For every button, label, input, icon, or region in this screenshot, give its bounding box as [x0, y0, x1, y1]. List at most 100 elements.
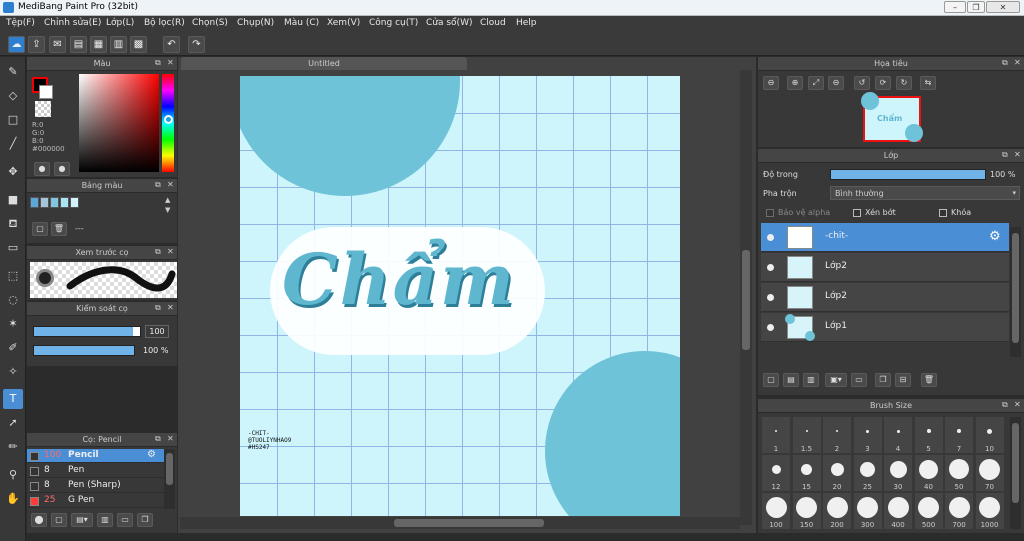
- brush-size-option[interactable]: 150: [792, 493, 821, 529]
- brush-size-option[interactable]: 1.5: [792, 417, 821, 453]
- brush-item[interactable]: 100 Pencil ⚙: [27, 449, 164, 463]
- fill-rect-tool-icon[interactable]: ■: [3, 190, 23, 210]
- eyedropper-tool-icon[interactable]: ⚲: [3, 465, 23, 485]
- brush-size-option[interactable]: 400: [884, 493, 912, 529]
- horizontal-scrollbar[interactable]: [180, 517, 740, 529]
- brush-list-scrollbar[interactable]: [164, 449, 175, 509]
- brush-size-option[interactable]: 70: [975, 455, 1004, 491]
- flip-icon[interactable]: ⇆: [920, 76, 936, 90]
- hand-tool-icon[interactable]: ✋: [3, 489, 23, 509]
- new-brush-icon[interactable]: ▢: [51, 513, 67, 527]
- share-icon[interactable]: ⇪: [28, 36, 45, 53]
- zoom-out-icon[interactable]: ⊖: [763, 76, 779, 90]
- blur-tool-icon[interactable]: ✏: [3, 437, 23, 457]
- brush-size-option[interactable]: 1: [762, 417, 790, 453]
- undock-icon[interactable]: ⧉: [155, 58, 161, 68]
- brush-folder-icon[interactable]: ▭: [117, 513, 133, 527]
- brush-size-option[interactable]: 7: [945, 417, 973, 453]
- brush-tool-icon[interactable]: ✎: [3, 62, 23, 82]
- hue-handle[interactable]: [164, 115, 173, 124]
- eye-icon[interactable]: [767, 234, 774, 241]
- brush-size-option[interactable]: 3: [853, 417, 882, 453]
- brush-size-option[interactable]: 15: [792, 455, 821, 491]
- brush-size-option[interactable]: 30: [884, 455, 912, 491]
- clipping-checkbox[interactable]: [853, 209, 861, 217]
- brush-size-option[interactable]: 20: [823, 455, 851, 491]
- layer-row[interactable]: -chit- ⚙: [761, 223, 1009, 252]
- color-mode-button[interactable]: ●: [34, 162, 50, 176]
- blend-mode-select[interactable]: Bình thường ▾: [830, 186, 1020, 200]
- close-panel-icon[interactable]: ✕: [1014, 150, 1021, 159]
- new-1bit-layer-icon[interactable]: ▥: [803, 373, 819, 387]
- brush-item[interactable]: 25 G Pen: [27, 494, 164, 508]
- brush-item[interactable]: 8 Pen: [27, 464, 164, 478]
- menu-layer[interactable]: Lớp(L): [106, 18, 134, 28]
- brush-size-option[interactable]: 10: [975, 417, 1004, 453]
- menu-file[interactable]: Tệp(F): [6, 18, 35, 28]
- document-tab[interactable]: Untitled: [181, 57, 467, 70]
- vertical-scroll-thumb[interactable]: [742, 250, 750, 350]
- layer-folder-icon[interactable]: ▭: [851, 373, 867, 387]
- saturation-value-picker[interactable]: [79, 74, 159, 172]
- close-panel-icon[interactable]: ✕: [167, 303, 174, 312]
- menu-tools[interactable]: Công cụ(T): [369, 18, 418, 28]
- page-icon[interactable]: ▦: [90, 36, 107, 53]
- brush-size-option[interactable]: 500: [914, 493, 943, 529]
- menu-capture[interactable]: Chụp(N): [237, 18, 274, 28]
- layer-row[interactable]: Lớp2: [761, 253, 1009, 282]
- palette-swatch[interactable]: [40, 197, 49, 208]
- brush-item[interactable]: 8 Pen (Sharp): [27, 479, 164, 493]
- menu-view[interactable]: Xem(V): [327, 18, 360, 28]
- brush-size-option[interactable]: 50: [945, 455, 973, 491]
- brush-settings-icon[interactable]: ▥: [97, 513, 113, 527]
- brush-size-option[interactable]: 25: [853, 455, 882, 491]
- undo-icon[interactable]: ↶: [163, 36, 180, 53]
- brush-size-option[interactable]: 4: [884, 417, 912, 453]
- palette-swatch[interactable]: [30, 197, 39, 208]
- add-brush-icon[interactable]: ⬤: [31, 513, 47, 527]
- close-panel-icon[interactable]: ✕: [1014, 400, 1021, 409]
- gear-icon[interactable]: ⚙: [989, 229, 1001, 244]
- undock-icon[interactable]: ⧉: [155, 180, 161, 190]
- select-rect-tool-icon[interactable]: ⬚: [3, 266, 23, 286]
- undock-icon[interactable]: ⧉: [155, 303, 161, 313]
- redo-icon[interactable]: ↷: [188, 36, 205, 53]
- line-tool-icon[interactable]: ╱: [3, 134, 23, 154]
- comment-icon[interactable]: ✉: [49, 36, 66, 53]
- canvas-area[interactable]: Untitled Chẩm -CHIT- @TUOLIYNHAO9 #HS247: [178, 57, 756, 533]
- rotate-left-icon[interactable]: ↺: [854, 76, 870, 90]
- maximize-button[interactable]: ❐: [967, 1, 985, 13]
- eraser-tool-icon[interactable]: ◇: [3, 86, 23, 106]
- gear-icon[interactable]: ⚙: [147, 449, 156, 460]
- delete-palette-icon[interactable]: 🗑: [51, 222, 67, 236]
- palette-swatch[interactable]: [50, 197, 59, 208]
- menu-edit[interactable]: Chỉnh sửa(E): [44, 18, 101, 28]
- eye-icon[interactable]: [767, 294, 774, 301]
- navigator-thumbnail[interactable]: Chẩm: [861, 92, 923, 142]
- menu-select[interactable]: Chọn(S): [192, 18, 228, 28]
- move-tool-icon[interactable]: ✥: [3, 162, 23, 182]
- new-halftone-layer-icon[interactable]: ▤: [783, 373, 799, 387]
- palette-scroll-down-icon[interactable]: ▼: [165, 206, 170, 214]
- undock-icon[interactable]: ⧉: [1002, 400, 1008, 410]
- rectangle-tool-icon[interactable]: □: [3, 110, 23, 130]
- layer-row[interactable]: Lớp1: [761, 313, 1009, 342]
- vertical-scrollbar[interactable]: [740, 70, 752, 525]
- menu-filter[interactable]: Bộ lọc(R): [144, 18, 185, 28]
- layer-scrollbar[interactable]: [1010, 227, 1021, 357]
- lock-checkbox[interactable]: [939, 209, 947, 217]
- secondary-color-swatch[interactable]: [39, 85, 53, 99]
- palette-swatch[interactable]: [70, 197, 79, 208]
- undock-icon[interactable]: ⧉: [155, 434, 161, 444]
- menu-help[interactable]: Help: [516, 18, 537, 28]
- menu-color[interactable]: Màu (C): [284, 18, 319, 28]
- eye-icon[interactable]: [767, 264, 774, 271]
- bucket-tool-icon[interactable]: ⛾: [3, 214, 23, 234]
- delete-layer-icon[interactable]: 🗑: [921, 373, 937, 387]
- brush-size-slider[interactable]: [33, 326, 141, 337]
- duplicate-layer-icon[interactable]: ❐: [875, 373, 891, 387]
- brush-size-option[interactable]: 1000: [975, 493, 1004, 529]
- protect-alpha-checkbox[interactable]: [766, 209, 774, 217]
- palette-scroll-up-icon[interactable]: ▲: [165, 196, 170, 204]
- undock-icon[interactable]: ⧉: [155, 247, 161, 257]
